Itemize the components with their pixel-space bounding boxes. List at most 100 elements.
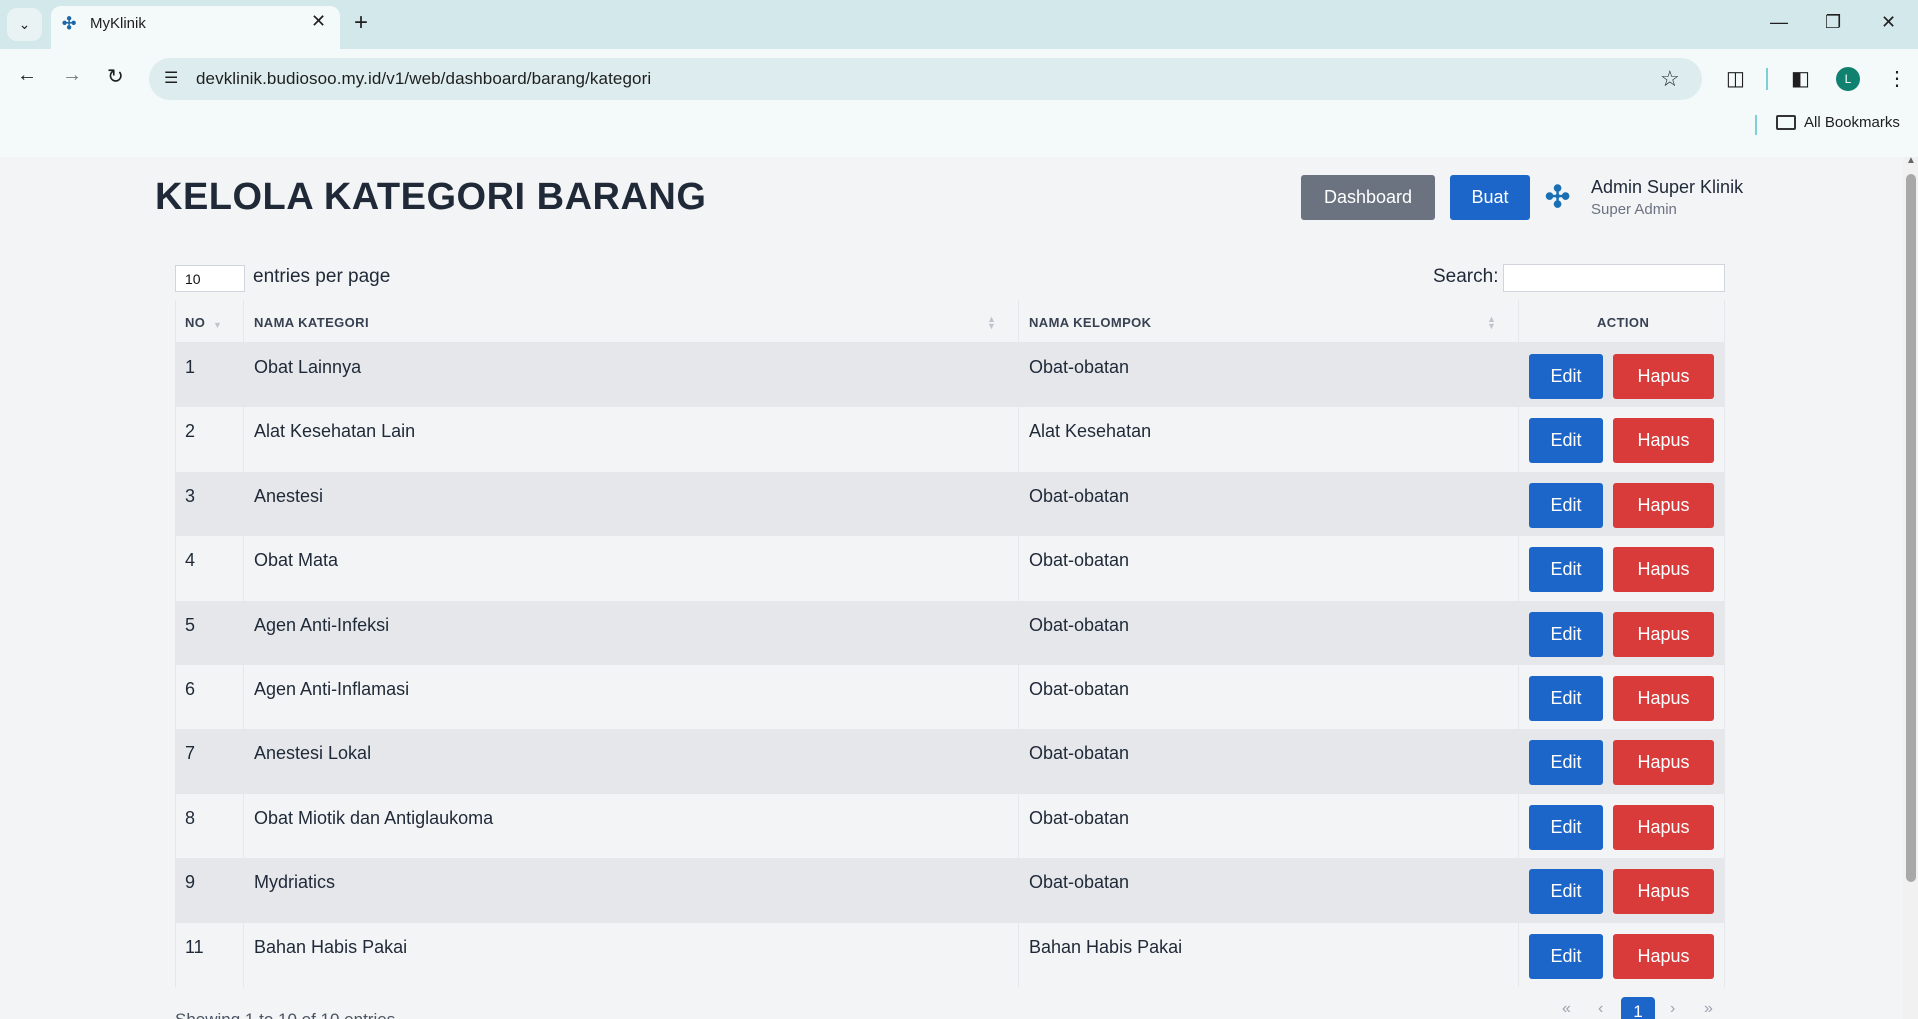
cell-nama-kategori: Anestesi Lokal: [254, 743, 372, 764]
table-row: 8 Obat Miotik dan Antiglaukoma Obat-obatan…: [175, 794, 1725, 858]
edit-button[interactable]: Edit: [1529, 354, 1603, 399]
table-row: 1 Obat Lainnya Obat-obatan Edit Hapus: [175, 343, 1725, 408]
cell-no: 2: [185, 421, 196, 442]
cell-nama-kategori: Obat Mata: [254, 550, 339, 571]
page-title: KELOLA KATEGORI BARANG: [155, 176, 707, 218]
delete-button[interactable]: Hapus: [1613, 933, 1714, 979]
tab-title: MyKlinik: [90, 15, 146, 32]
prev-page-button[interactable]: ‹: [1598, 1000, 1603, 1018]
table-info: Showing 1 to 10 of 10 entries: [175, 1010, 395, 1019]
delete-button[interactable]: Hapus: [1613, 418, 1714, 464]
site-favicon-icon: ✣: [62, 14, 77, 33]
first-page-button[interactable]: «: [1562, 1000, 1571, 1018]
menu-kebab-icon[interactable]: ⋮: [1887, 66, 1907, 91]
extensions-icon[interactable]: ◫: [1726, 66, 1745, 91]
edit-button[interactable]: Edit: [1529, 418, 1603, 464]
tab-search-button[interactable]: ⌄: [7, 8, 42, 41]
back-icon[interactable]: ←: [17, 64, 37, 87]
edit-button[interactable]: Edit: [1529, 611, 1603, 657]
cell-no: 3: [185, 485, 196, 506]
delete-button[interactable]: Hapus: [1613, 869, 1714, 915]
scrollbar-thumb[interactable]: [1906, 174, 1916, 882]
table-row: 3 Anestesi Obat-obatan Edit Hapus: [175, 471, 1725, 537]
all-bookmarks-label: All Bookmarks: [1804, 114, 1900, 131]
close-tab-icon[interactable]: ✕: [311, 11, 326, 32]
new-tab-icon[interactable]: +: [354, 9, 368, 37]
cell-nama-kelompok: Obat-obatan: [1029, 872, 1130, 893]
column-header-nama-kategori[interactable]: NAMA KATEGORI: [254, 300, 369, 343]
cell-no: 5: [185, 614, 196, 635]
cell-nama-kelompok: Obat-obatan: [1029, 743, 1130, 764]
cell-no: 7: [185, 743, 196, 764]
cell-no: 11: [185, 936, 204, 957]
sort-desc-icon[interactable]: ▼: [213, 321, 222, 330]
delete-button[interactable]: Hapus: [1613, 740, 1714, 786]
delete-button[interactable]: Hapus: [1613, 482, 1714, 528]
all-bookmarks-button[interactable]: All Bookmarks: [1776, 114, 1900, 131]
cell-nama-kategori: Agen Anti-Infeksi: [254, 614, 390, 635]
sort-icon[interactable]: ▲ ▼: [987, 315, 996, 331]
user-name[interactable]: Admin Super Klinik: [1591, 177, 1743, 198]
bookmarks-divider: [1755, 115, 1757, 135]
cell-nama-kelompok: Obat-obatan: [1029, 678, 1130, 699]
delete-button[interactable]: Hapus: [1613, 804, 1714, 850]
cell-nama-kelompok: Bahan Habis Pakai: [1029, 936, 1183, 957]
side-panel-icon[interactable]: ◧: [1791, 66, 1810, 91]
dashboard-button[interactable]: Dashboard: [1301, 175, 1435, 220]
entries-per-page-label: entries per page: [253, 266, 391, 287]
table-row: 4 Obat Mata Obat-obatan Edit Hapus: [175, 536, 1725, 600]
cell-nama-kelompok: Obat-obatan: [1029, 614, 1130, 635]
cell-no: 1: [185, 357, 196, 377]
entries-per-page-input[interactable]: [175, 265, 245, 292]
cell-nama-kelompok: Obat-obatan: [1029, 485, 1130, 506]
next-page-button[interactable]: ›: [1670, 1000, 1675, 1018]
table-header: NO ▼ NAMA KATEGORI ▲ ▼ NAMA KELOMPOK ▲ ▼ A…: [175, 300, 1725, 343]
last-page-button[interactable]: »: [1704, 1000, 1713, 1018]
category-table: NO ▼ NAMA KATEGORI ▲ ▼ NAMA KELOMPOK ▲ ▼ A…: [175, 300, 1725, 987]
search-input[interactable]: [1503, 264, 1725, 292]
delete-button[interactable]: Hapus: [1613, 675, 1714, 721]
cell-nama-kategori: Mydriatics: [254, 872, 336, 893]
folder-icon: [1776, 115, 1796, 130]
cell-nama-kelompok: Obat-obatan: [1029, 357, 1130, 377]
search-label: Search:: [1433, 266, 1499, 287]
edit-button[interactable]: Edit: [1529, 804, 1603, 850]
page-1-button[interactable]: 1: [1621, 997, 1655, 1019]
edit-button[interactable]: Edit: [1529, 933, 1603, 979]
profile-avatar[interactable]: L: [1836, 67, 1860, 91]
url-text[interactable]: devklinik.budiosoo.my.id/v1/web/dashboar…: [196, 69, 651, 89]
scroll-up-icon[interactable]: ▲: [1906, 155, 1916, 166]
create-button[interactable]: Buat: [1450, 175, 1530, 220]
reload-icon[interactable]: ↻: [107, 64, 124, 89]
close-window-icon[interactable]: ✕: [1881, 12, 1896, 33]
edit-button[interactable]: Edit: [1529, 547, 1603, 593]
delete-button[interactable]: Hapus: [1613, 354, 1714, 399]
delete-button[interactable]: Hapus: [1613, 547, 1714, 593]
edit-button[interactable]: Edit: [1529, 740, 1603, 786]
minimize-icon[interactable]: —: [1770, 12, 1788, 33]
edit-button[interactable]: Edit: [1529, 675, 1603, 721]
restore-icon[interactable]: ❐: [1825, 12, 1841, 33]
edit-button[interactable]: Edit: [1529, 869, 1603, 915]
clinic-logo-icon: ✣: [1545, 181, 1571, 214]
cell-nama-kategori: Obat Miotik dan Antiglaukoma: [254, 807, 494, 828]
cell-nama-kelompok: Obat-obatan: [1029, 550, 1130, 571]
sort-icon[interactable]: ▲ ▼: [1487, 315, 1496, 331]
cell-nama-kategori: Anestesi: [254, 485, 324, 506]
cell-no: 8: [185, 807, 196, 828]
table-row: 2 Alat Kesehatan Lain Alat Kesehatan Edit Ha…: [175, 407, 1725, 471]
delete-button[interactable]: Hapus: [1613, 611, 1714, 657]
table-row: 6 Agen Anti-Inflamasi Obat-obatan Edit Hapus: [175, 665, 1725, 729]
table-row: 9 Mydriatics Obat-obatan Edit Hapus: [175, 858, 1725, 923]
forward-icon[interactable]: →: [62, 64, 82, 87]
column-header-no[interactable]: NO: [185, 300, 205, 343]
column-header-nama-kelompok[interactable]: NAMA KELOMPOK: [1029, 300, 1151, 343]
edit-button[interactable]: Edit: [1529, 482, 1603, 528]
bookmark-star-icon[interactable]: ☆: [1660, 66, 1680, 92]
site-info-icon[interactable]: ☰: [164, 68, 178, 88]
user-role: Super Admin: [1591, 201, 1677, 218]
column-header-action: ACTION: [1597, 315, 1650, 330]
cell-nama-kelompok: Alat Kesehatan: [1029, 421, 1152, 442]
cell-nama-kelompok: Obat-obatan: [1029, 807, 1130, 828]
table-body: 1 Obat Lainnya Obat-obatan Edit Hapus 2 Alat K…: [175, 343, 1725, 987]
